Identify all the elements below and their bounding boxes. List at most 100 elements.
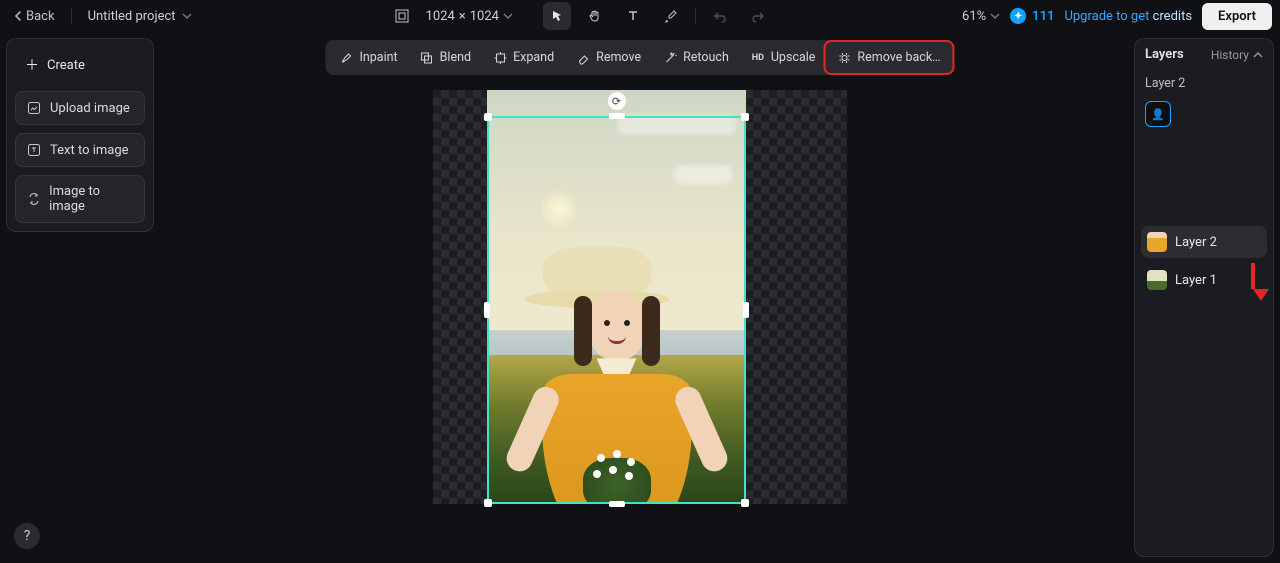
divider xyxy=(695,8,696,24)
resize-handle-tr[interactable] xyxy=(741,113,749,121)
image-to-image-button[interactable]: Image to image xyxy=(15,175,145,223)
brush-icon xyxy=(339,51,353,65)
blend-icon xyxy=(420,51,434,65)
resize-handle-left[interactable] xyxy=(484,302,490,318)
upscale-tool[interactable]: HD Upscale xyxy=(741,44,826,71)
canvas-times: × xyxy=(459,9,466,24)
export-label: Export xyxy=(1218,9,1256,24)
wand-icon xyxy=(663,51,677,65)
layer-name: Layer 1 xyxy=(1175,273,1217,288)
eraser-icon xyxy=(576,51,590,65)
chevron-up-icon xyxy=(1253,50,1263,60)
help-button[interactable]: ? xyxy=(14,523,40,549)
hand-icon xyxy=(588,9,602,23)
expand-tool[interactable]: Expand xyxy=(483,44,564,71)
canvas-width: 1024 xyxy=(426,9,455,24)
credits-display: ✦ 111 xyxy=(1010,8,1054,24)
retouch-label: Retouch xyxy=(683,50,729,65)
expand-icon xyxy=(493,51,507,65)
layer-item-1[interactable]: Layer 1 xyxy=(1141,264,1267,296)
back-button[interactable]: Back xyxy=(8,5,61,28)
right-panel: Layers History Layer 2 👤 Layer 2 Layer 1 xyxy=(1134,38,1274,557)
upload-icon xyxy=(26,100,42,116)
sync-icon xyxy=(26,191,41,207)
selection-box[interactable]: ⟳ xyxy=(487,116,746,504)
upscale-label: Upscale xyxy=(771,50,816,65)
resize-handle-tl[interactable] xyxy=(484,113,492,121)
eyedropper-icon xyxy=(664,9,678,23)
remove-tool[interactable]: Remove xyxy=(566,44,651,71)
inpaint-tool[interactable]: Inpaint xyxy=(329,44,407,71)
text-to-image-button[interactable]: Text to image xyxy=(15,133,145,167)
left-panel: ＋ Create Upload image Text to image Imag… xyxy=(6,38,154,232)
project-name-label: Untitled project xyxy=(88,9,176,24)
resize-handle-top[interactable] xyxy=(609,113,625,119)
selected-layer-thumbnail[interactable]: 👤 xyxy=(1145,101,1171,127)
selected-layer-label: Layer 2 xyxy=(1135,70,1273,97)
redo-button[interactable] xyxy=(744,2,772,30)
undo-icon xyxy=(713,9,727,23)
upload-label: Upload image xyxy=(50,101,130,116)
plus-icon: ＋ xyxy=(25,55,39,75)
upgrade-suffix: credits xyxy=(1153,9,1192,24)
chevron-down-icon xyxy=(182,11,192,21)
redo-icon xyxy=(751,9,765,23)
upgrade-link[interactable]: Upgrade to get credits xyxy=(1064,9,1192,24)
layer-name: Layer 2 xyxy=(1175,235,1217,250)
rotate-handle[interactable]: ⟳ xyxy=(608,92,626,110)
text-icon xyxy=(626,9,640,23)
resize-handle-bottom[interactable] xyxy=(609,501,625,507)
text-tool-button[interactable] xyxy=(619,2,647,30)
select-tool-button[interactable] xyxy=(543,2,571,30)
fit-icon xyxy=(395,9,409,23)
layer-thumbnail xyxy=(1147,270,1167,290)
create-button[interactable]: ＋ Create xyxy=(15,47,145,83)
remove-bg-icon xyxy=(837,51,851,65)
layers-title: Layers xyxy=(1145,47,1184,62)
create-label: Create xyxy=(47,58,85,73)
resize-handle-br[interactable] xyxy=(741,499,749,507)
credits-count: 111 xyxy=(1032,9,1054,24)
zoom-value: 61% xyxy=(962,9,986,24)
back-label: Back xyxy=(26,9,55,24)
retouch-tool[interactable]: Retouch xyxy=(653,44,739,71)
text2img-label: Text to image xyxy=(50,143,129,158)
eyedropper-tool-button[interactable] xyxy=(657,2,685,30)
inpaint-label: Inpaint xyxy=(359,50,397,65)
fit-canvas-button[interactable] xyxy=(388,2,416,30)
blend-tool[interactable]: Blend xyxy=(410,44,481,71)
expand-label: Expand xyxy=(513,50,554,65)
hd-icon: HD xyxy=(751,51,765,65)
project-name-dropdown[interactable]: Untitled project xyxy=(82,5,198,28)
remove-bg-label: Remove back… xyxy=(857,50,940,65)
blend-label: Blend xyxy=(440,50,471,65)
chevron-down-icon xyxy=(503,11,513,21)
layer-thumbnail xyxy=(1147,232,1167,252)
resize-handle-right[interactable] xyxy=(743,302,749,318)
credits-icon: ✦ xyxy=(1010,8,1026,24)
top-bar: Back Untitled project 1024 × 1024 xyxy=(0,0,1280,32)
img2img-label: Image to image xyxy=(49,184,134,214)
layer-item-2[interactable]: Layer 2 xyxy=(1141,226,1267,258)
zoom-dropdown[interactable]: 61% xyxy=(962,9,1000,24)
remove-label: Remove xyxy=(596,50,641,65)
canvas[interactable]: ⟳ xyxy=(433,90,847,504)
history-label: History xyxy=(1211,48,1249,62)
help-icon: ? xyxy=(24,528,31,544)
hand-tool-button[interactable] xyxy=(581,2,609,30)
upgrade-prefix: Upgrade to get xyxy=(1064,9,1152,24)
history-toggle[interactable]: History xyxy=(1211,48,1263,62)
cursor-icon xyxy=(550,9,564,23)
text-icon xyxy=(26,142,42,158)
resize-handle-bl[interactable] xyxy=(484,499,492,507)
chevron-left-icon xyxy=(14,11,22,21)
tool-row: Inpaint Blend Expand Remove Retouch HD U… xyxy=(325,40,954,75)
chevron-down-icon xyxy=(990,11,1000,21)
canvas-height: 1024 xyxy=(470,9,499,24)
undo-button[interactable] xyxy=(706,2,734,30)
divider xyxy=(71,8,72,24)
remove-background-tool[interactable]: Remove back… xyxy=(827,44,950,71)
export-button[interactable]: Export xyxy=(1202,3,1272,30)
canvas-size-dropdown[interactable]: 1024 × 1024 xyxy=(426,9,513,24)
upload-image-button[interactable]: Upload image xyxy=(15,91,145,125)
